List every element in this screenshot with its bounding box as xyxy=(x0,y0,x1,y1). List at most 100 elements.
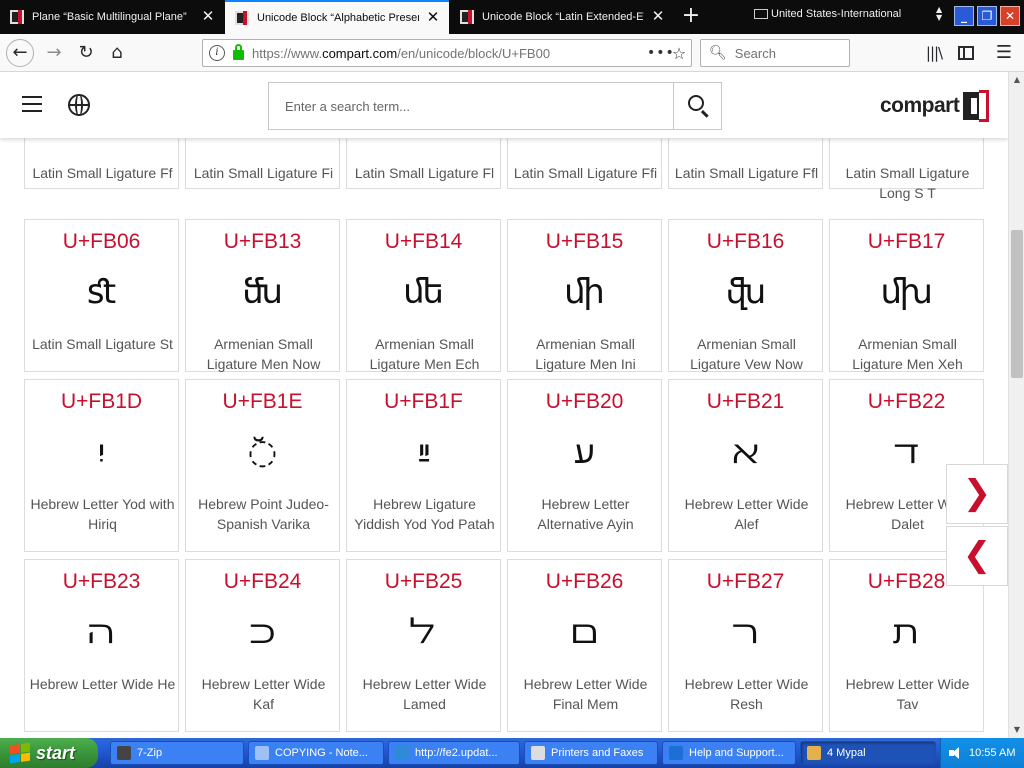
scroll-down-arrow-icon[interactable]: ▼ xyxy=(1009,722,1024,738)
character-glyph: יִ xyxy=(97,432,106,472)
start-button[interactable]: start xyxy=(0,738,98,768)
character-name: Armenian Small Ligature Men Now xyxy=(206,336,321,372)
character-name: Armenian Small Ligature Vew Now xyxy=(690,336,803,372)
browser-search-box[interactable]: 🔍︎ xyxy=(700,39,850,67)
character-card[interactable]: U+FB23 ﬣ Hebrew Letter Wide He xyxy=(24,559,179,732)
windows-taskbar: start 7-Zip COPYING - Note... http://fe2.u… xyxy=(0,738,1024,768)
language-arrows-icon[interactable]: ▲ ▼ xyxy=(936,6,942,22)
taskbar-button-label: 7-Zip xyxy=(137,747,163,759)
character-card[interactable]: U+FB06 ﬆ Latin Small Ligature St xyxy=(24,219,179,372)
close-icon[interactable]: ✕ xyxy=(650,9,666,25)
code-point: U+FB27 xyxy=(706,570,785,593)
home-button[interactable]: ⌂ xyxy=(103,39,131,67)
page-viewport: compart ﬀLatin Small Ligature FfﬁLatin S… xyxy=(0,72,1008,738)
code-point: U+FB25 xyxy=(384,570,463,593)
compart-favicon-icon xyxy=(235,11,249,25)
bookmark-star-icon[interactable]: ☆ xyxy=(667,44,691,63)
character-glyph: ◌ﬞ xyxy=(247,432,278,472)
start-label: start xyxy=(36,742,76,763)
previous-page-button[interactable]: ❮ xyxy=(946,526,1008,586)
taskbar-button-label: COPYING - Note... xyxy=(275,747,368,759)
window-close-button[interactable]: ✕ xyxy=(1000,6,1020,26)
character-card[interactable]: U+FB16 ﬖ Armenian Small Ligature Vew Now xyxy=(668,219,823,372)
character-glyph: ﬓ xyxy=(242,272,283,312)
tab-latin-extended-e[interactable]: Unicode Block “Latin Extended-E” ✕ xyxy=(450,0,674,34)
character-card[interactable]: U+FB14 ﬔ Armenian Small Ligature Men Ech xyxy=(346,219,501,372)
character-card[interactable]: U+FB1E ◌ﬞ Hebrew Point Judeo-Spanish Varik… xyxy=(185,379,340,552)
character-card[interactable]: U+FB1F ײַ Hebrew Ligature Yiddish Yod Yod … xyxy=(346,379,501,552)
forward-button[interactable]: → xyxy=(40,39,68,67)
scroll-up-arrow-icon[interactable]: ▲ xyxy=(1009,72,1024,88)
lock-icon[interactable] xyxy=(233,44,244,60)
character-card[interactable]: U+FB27 ﬧ Hebrew Letter Wide Resh xyxy=(668,559,823,732)
tab-title: Unicode Block “Alphabetic Presentation F… xyxy=(257,12,419,24)
character-card[interactable]: U+FB13 ﬓ Armenian Small Ligature Men Now xyxy=(185,219,340,372)
hamburger-menu-icon[interactable] xyxy=(22,96,42,112)
next-page-button[interactable]: ❯ xyxy=(946,464,1008,524)
keyboard-language-indicator[interactable]: United States-International xyxy=(754,6,901,22)
taskbar-button-label: Help and Support... xyxy=(689,747,784,759)
site-search-button[interactable] xyxy=(673,83,721,129)
address-bar[interactable]: i https://www.compart.com/en/unicode/blo… xyxy=(202,39,692,67)
character-name: Latin Small Ligature Long S T xyxy=(845,165,970,201)
7zip-icon xyxy=(117,746,131,760)
character-glyph: ﬧ xyxy=(731,612,760,652)
url-text[interactable]: https://www.compart.com/en/unicode/block… xyxy=(252,46,647,61)
close-icon[interactable]: ✕ xyxy=(425,10,441,26)
close-icon[interactable]: ✕ xyxy=(200,9,216,25)
code-point: U+FB21 xyxy=(706,390,785,413)
code-point: U+FB14 xyxy=(384,230,463,253)
character-card[interactable]: U+FB1D יִ Hebrew Letter Yod with Hiriq xyxy=(24,379,179,552)
keyboard-language-label: United States-International xyxy=(771,8,902,20)
library-icon[interactable]: |||\ xyxy=(920,39,948,67)
character-card[interactable]: U+FB20 ﬠ Hebrew Letter Alternative Ayin xyxy=(507,379,662,552)
url-domain: compart.com xyxy=(322,45,398,61)
character-card[interactable]: U+FB21 ﬡ Hebrew Letter Wide Alef xyxy=(668,379,823,552)
url-prefix: https://www. xyxy=(252,45,323,61)
reload-button[interactable]: ↻ xyxy=(72,39,100,67)
taskbar-button-label: 4 Mypal xyxy=(827,747,866,759)
tab-alphabetic-presentation-forms[interactable]: Unicode Block “Alphabetic Presentation F… xyxy=(225,0,449,34)
character-glyph: ﬤ xyxy=(249,612,276,652)
back-button[interactable]: ← xyxy=(6,39,34,67)
taskbar-button[interactable]: Help and Support... xyxy=(662,741,796,765)
character-card[interactable]: U+FB15 ﬕ Armenian Small Ligature Men Ini xyxy=(507,219,662,372)
info-icon[interactable]: i xyxy=(209,45,225,61)
menu-icon[interactable]: ☰ xyxy=(990,39,1018,67)
taskbar-button[interactable]: COPYING - Note... xyxy=(248,741,384,765)
taskbar-button[interactable]: 7-Zip xyxy=(110,741,244,765)
minimize-button[interactable]: _ xyxy=(954,6,974,26)
navigation-toolbar: ← → ↻ ⌂ i https://www.compart.com/en/uni… xyxy=(0,34,1024,72)
taskbar-button-label: http://fe2.updat... xyxy=(415,747,498,759)
vertical-scrollbar[interactable]: ▲ ▼ xyxy=(1008,72,1024,738)
tab-basic-multilingual-plane[interactable]: Plane “Basic Multilingual Plane” ✕ xyxy=(0,0,224,34)
compart-favicon-icon xyxy=(460,10,474,24)
character-card[interactable]: U+FB25 ﬥ Hebrew Letter Wide Lamed xyxy=(346,559,501,732)
globe-icon[interactable] xyxy=(68,94,90,116)
compart-logo[interactable]: compart xyxy=(880,89,991,123)
help-icon xyxy=(669,746,683,760)
site-search-input[interactable] xyxy=(269,83,673,129)
character-name: Hebrew Letter Wide Lamed xyxy=(362,676,487,712)
tab-title: Plane “Basic Multilingual Plane” xyxy=(32,11,187,23)
browser-search-input[interactable] xyxy=(734,45,845,61)
character-glyph: ﬡ xyxy=(730,432,761,472)
character-glyph: ﬕ xyxy=(564,272,605,312)
site-search-form xyxy=(268,82,722,130)
character-card[interactable]: U+FB17 ﬗ Armenian Small Ligature Men Xeh xyxy=(829,219,984,372)
volume-icon[interactable] xyxy=(949,747,961,759)
character-name: Hebrew Letter Wide Kaf xyxy=(201,676,326,712)
code-point: U+FB1E xyxy=(222,390,303,413)
taskbar-button[interactable]: http://fe2.updat... xyxy=(388,741,520,765)
code-point: U+FB17 xyxy=(867,230,946,253)
clock[interactable]: 10:55 AM xyxy=(969,747,1015,759)
sidebar-icon[interactable] xyxy=(952,39,980,67)
new-tab-button[interactable]: + xyxy=(678,4,704,30)
character-card[interactable]: U+FB24 ﬤ Hebrew Letter Wide Kaf xyxy=(185,559,340,732)
scrollbar-thumb[interactable] xyxy=(1011,230,1023,378)
restore-button[interactable]: ❐ xyxy=(977,6,997,26)
page-actions-icon[interactable]: ••• xyxy=(647,45,674,61)
taskbar-button[interactable]: Printers and Faxes xyxy=(524,741,658,765)
character-card[interactable]: U+FB26 ﬦ Hebrew Letter Wide Final Mem xyxy=(507,559,662,732)
taskbar-button[interactable]: 4 Mypal xyxy=(800,741,936,765)
